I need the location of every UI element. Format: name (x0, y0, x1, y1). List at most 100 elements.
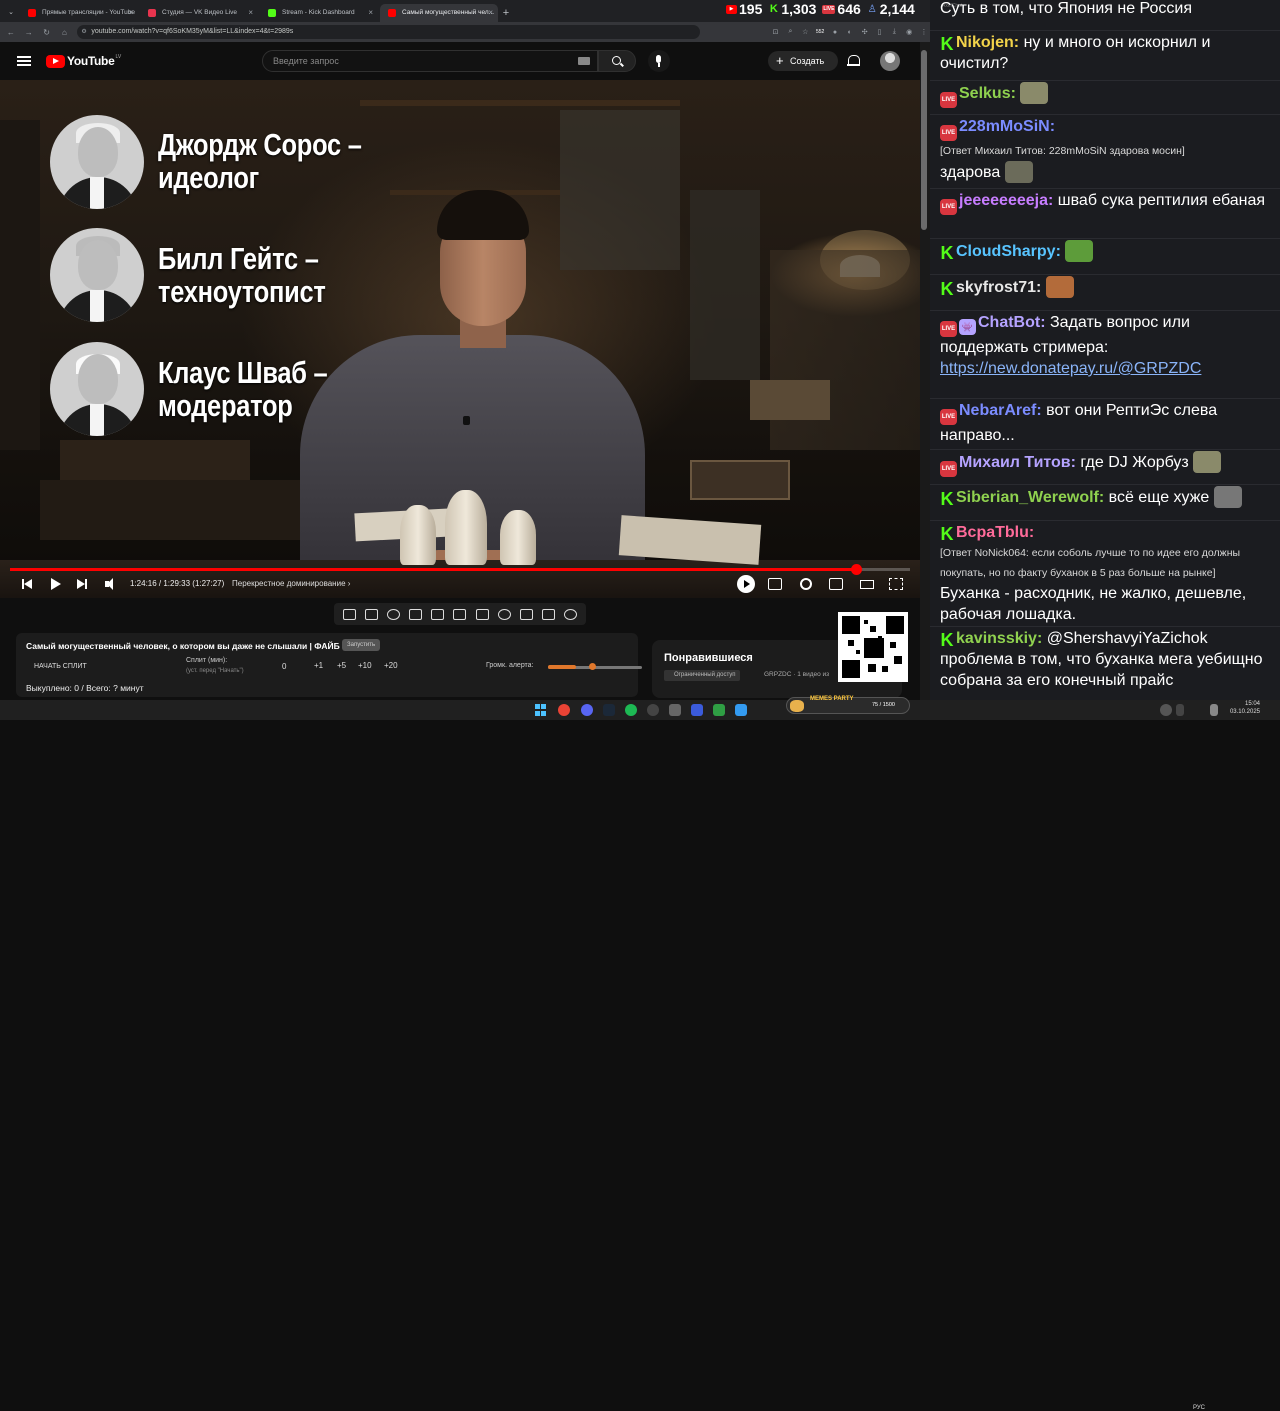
autoplay-toggle-icon[interactable] (737, 575, 755, 593)
network-icon[interactable] (1210, 704, 1218, 716)
chat-nick[interactable]: ChatBot: (978, 314, 1046, 331)
browser-tab[interactable]: Stream - Kick Dashboard × (260, 4, 378, 22)
sidebar-icon[interactable]: ▯ (874, 28, 886, 36)
add-10-button[interactable]: +10 (358, 661, 372, 670)
scrollbar-thumb[interactable] (921, 50, 927, 230)
browser-tab[interactable]: Студия — VK Видео Live × (140, 4, 258, 22)
sort-icon[interactable] (364, 608, 378, 620)
voice-search-icon[interactable] (648, 50, 670, 72)
install-icon[interactable]: ⊡ (770, 28, 782, 36)
video-player[interactable]: Джордж Сорос – идеолог Билл Гейтс – техн… (0, 80, 920, 598)
split-badge[interactable]: Запустить (342, 639, 381, 651)
extension-icon[interactable]: ◐ (844, 29, 856, 36)
star-icon[interactable]: ☆ (799, 28, 811, 36)
avatar[interactable] (880, 51, 900, 71)
chat-nick[interactable]: NebarAref: (959, 402, 1042, 419)
frame-icon[interactable] (453, 608, 467, 620)
audio-icon[interactable] (386, 608, 400, 620)
app-icon[interactable] (713, 704, 725, 716)
obs-icon[interactable] (647, 704, 659, 716)
close-icon[interactable]: × (488, 4, 493, 22)
chat-nick[interactable]: jeeeeeeeeja: (959, 192, 1053, 209)
add-5-button[interactable]: +5 (337, 661, 346, 670)
donate-link[interactable]: https://new.donatepay.ru/@GRPZDC (940, 360, 1201, 377)
profile-icon[interactable]: ◉ (903, 28, 915, 36)
film-strip-icon[interactable] (475, 608, 489, 620)
tray-icon[interactable] (1160, 704, 1172, 716)
chat-nick[interactable]: Михаил Титов: (959, 454, 1076, 471)
new-tab-button[interactable]: + (498, 4, 514, 22)
chat-nick[interactable]: Nikojen: (956, 34, 1019, 51)
tab-search-button[interactable]: ⌄ (4, 4, 18, 22)
search-button[interactable] (598, 50, 636, 72)
camera-icon[interactable] (542, 608, 556, 620)
close-icon[interactable]: × (248, 4, 253, 22)
search-input[interactable]: Введите запрос (262, 50, 598, 72)
subtitles-icon[interactable] (768, 578, 782, 590)
zoom-icon[interactable]: ⌕ (785, 28, 797, 36)
chat-nick[interactable]: skyfrost71: (956, 279, 1041, 296)
next-icon[interactable] (75, 577, 89, 591)
volume-icon[interactable] (104, 577, 118, 591)
keyboard-icon[interactable] (578, 57, 590, 65)
add-screen-icon[interactable] (519, 608, 533, 620)
app-icon[interactable] (691, 704, 703, 716)
spotify-icon[interactable] (625, 704, 637, 716)
gear-icon[interactable] (564, 608, 578, 620)
chat-divider (930, 520, 1280, 521)
chapter-title[interactable]: Перекрестное доминирование › (232, 579, 350, 588)
fullscreen-icon[interactable] (889, 578, 903, 590)
emote-icon (1193, 451, 1222, 473)
chat-nick[interactable]: 228mMoSiN: (959, 118, 1055, 135)
vk-viewer-count: LIVE 646 (822, 1, 861, 17)
notifications-bell-icon[interactable] (847, 54, 860, 68)
site-info-icon[interactable]: ⚙ (81, 25, 86, 39)
chat-nick[interactable]: Selkus: (959, 85, 1016, 102)
speed-icon[interactable] (497, 608, 511, 620)
clapperboard-icon[interactable] (431, 608, 445, 620)
create-button[interactable]: + Создать (768, 51, 838, 71)
miniplayer-icon[interactable] (829, 578, 843, 590)
hamburger-menu-icon[interactable] (17, 56, 31, 66)
add-20-button[interactable]: +20 (384, 661, 398, 670)
forward-icon[interactable]: → (22, 28, 36, 37)
url-field[interactable]: ⚙ youtube.com/watch?v=qf6SoKM35yM&list=L… (77, 25, 700, 39)
extension-icon[interactable]: ● (829, 29, 841, 36)
clock[interactable]: 15:04 03.10.2025 (1226, 700, 1260, 716)
chat-nick[interactable]: kavinsskiy: (956, 630, 1042, 647)
playlist-title: Понравившиеся (664, 652, 753, 664)
chat-nick[interactable]: Siberian_Werewolf: (956, 489, 1104, 506)
kick-badge-icon: K (940, 279, 954, 299)
chat-nick[interactable]: CloudSharpy: (956, 243, 1061, 260)
chrome-icon[interactable] (558, 704, 570, 716)
back-icon[interactable]: ← (4, 28, 18, 37)
app-icon[interactable] (669, 704, 681, 716)
input-language[interactable]: РУС (1193, 1405, 1205, 1411)
play-icon[interactable] (48, 577, 62, 591)
split-value[interactable]: 0 (282, 662, 286, 671)
start-split-button[interactable]: НАЧАТЬ СПЛИТ (28, 659, 118, 675)
extension-badge[interactable]: 552 (814, 29, 826, 35)
settings-gear-icon[interactable] (800, 578, 812, 590)
close-icon[interactable]: × (128, 4, 133, 22)
download-icon[interactable]: ⤓ (888, 28, 900, 36)
add-1-button[interactable]: +1 (314, 661, 323, 670)
discord-icon[interactable] (581, 704, 593, 716)
telegram-icon[interactable] (735, 704, 747, 716)
previous-icon[interactable] (20, 577, 34, 591)
tray-icon[interactable] (1176, 704, 1184, 716)
windows-start-icon[interactable] (535, 704, 547, 716)
browser-tab-active[interactable]: Самый могущественный чел... × (380, 4, 498, 22)
steam-icon[interactable] (603, 704, 615, 716)
browser-tab[interactable]: Прямые трансляции - YouTube × (20, 4, 138, 22)
chat-nick[interactable]: BcpaTblu: (956, 524, 1034, 541)
puzzle-icon[interactable]: ✣ (859, 28, 871, 36)
video-record-icon[interactable] (409, 608, 423, 620)
menu-dots-icon[interactable]: ⋮ (918, 28, 930, 36)
reload-icon[interactable]: ↻ (40, 28, 54, 37)
close-icon[interactable]: × (368, 4, 373, 22)
home-icon[interactable]: ⌂ (57, 28, 71, 37)
theater-mode-icon[interactable] (860, 580, 874, 589)
youtube-logo[interactable]: YouTube LV (46, 54, 121, 68)
loop-icon[interactable] (342, 608, 356, 620)
